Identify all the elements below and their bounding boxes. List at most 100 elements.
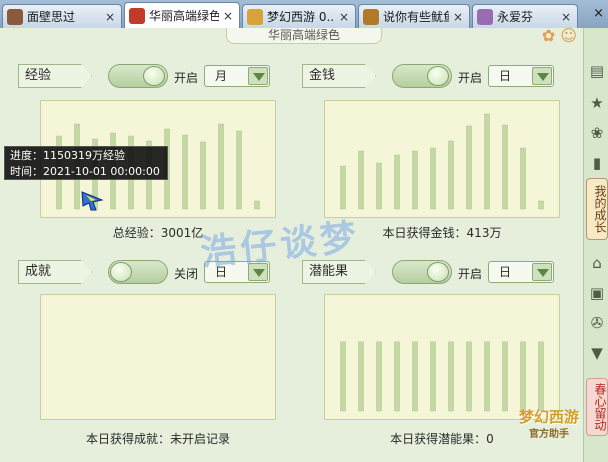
exp-period-select[interactable]: 月 bbox=[204, 65, 270, 87]
tab-label: 梦幻西游 0... bbox=[267, 10, 335, 24]
tab-bar: 面壁思过 × 华丽高端绿色 × 梦幻西游 0... × 说你有些鱿鱼 × 永爱芬 × × bbox=[0, 0, 608, 28]
exp-bar-7[interactable] bbox=[182, 134, 188, 210]
potential-period-select[interactable]: 日 bbox=[488, 261, 554, 283]
wrench-icon[interactable]: ✇ bbox=[588, 314, 606, 332]
exp-toggle-text: 开启 bbox=[174, 71, 199, 85]
tab-my-growth[interactable]: 我的成长 bbox=[586, 178, 608, 240]
potential-chart bbox=[324, 294, 560, 420]
potential-bar-6[interactable] bbox=[448, 341, 454, 412]
exp-toggle[interactable] bbox=[108, 64, 168, 88]
achieve-today: 本日获得成就：未开启记录 bbox=[85, 432, 230, 446]
toggle-knob bbox=[427, 262, 449, 282]
money-bar-4[interactable] bbox=[412, 150, 418, 210]
potential-bar-8[interactable] bbox=[484, 341, 490, 412]
toggle-knob bbox=[110, 262, 132, 282]
bar-chart-icon[interactable]: ▮ bbox=[588, 154, 606, 172]
potential-header: 潜能果 开启 日 bbox=[302, 258, 582, 286]
chevron-down-icon[interactable] bbox=[248, 67, 268, 85]
tooltip-progress: 进度：1150319万经验 bbox=[10, 149, 125, 162]
tab-label: 华丽高端绿色 bbox=[149, 9, 219, 23]
money-chart-svg bbox=[340, 113, 544, 210]
potential-chart-svg bbox=[340, 341, 544, 412]
money-bar-6[interactable] bbox=[448, 140, 454, 210]
money-bar-0[interactable] bbox=[340, 165, 346, 210]
character-avatar-icon bbox=[129, 7, 145, 24]
exp-header: 经验 开启 月 bbox=[18, 62, 298, 90]
potential-bar-11[interactable] bbox=[538, 341, 544, 412]
potential-bar-7[interactable] bbox=[466, 341, 472, 412]
potential-toggle[interactable] bbox=[392, 260, 452, 284]
money-bar-3[interactable] bbox=[394, 154, 400, 210]
screen-icon[interactable]: ▣ bbox=[588, 284, 606, 302]
achieve-label: 成就 bbox=[18, 260, 92, 284]
page-title: 华丽高端绿色 bbox=[226, 28, 382, 44]
money-bar-5[interactable] bbox=[430, 147, 436, 210]
tab-label: 说你有些鱿鱼 bbox=[383, 10, 449, 24]
tab-3[interactable]: 说你有些鱿鱼 × bbox=[358, 4, 470, 28]
exp-bar-11[interactable] bbox=[254, 200, 260, 210]
money-bar-8[interactable] bbox=[484, 113, 490, 210]
potential-bar-3[interactable] bbox=[394, 341, 400, 412]
exp-bar-10[interactable] bbox=[236, 130, 242, 210]
game-logo: 梦幻西游 官方助手 bbox=[514, 408, 584, 458]
money-bar-1[interactable] bbox=[358, 150, 364, 210]
potential-bar-10[interactable] bbox=[520, 341, 526, 412]
money-bar-2[interactable] bbox=[376, 162, 382, 210]
potential-bar-5[interactable] bbox=[430, 341, 436, 412]
achieve-section: 成就 关闭 日 本日获得成就：未开启记录 bbox=[18, 258, 298, 458]
tab-0[interactable]: 面壁思过 × bbox=[2, 4, 122, 28]
money-toggle-text: 开启 bbox=[458, 71, 483, 85]
potential-bar-9[interactable] bbox=[502, 341, 508, 412]
tab-label: 面壁思过 bbox=[27, 10, 76, 24]
home-icon[interactable]: ⌂ bbox=[588, 254, 606, 272]
exp-label: 经验 bbox=[18, 64, 92, 88]
potential-bar-1[interactable] bbox=[358, 341, 364, 412]
money-chart bbox=[324, 100, 560, 218]
exp-period-value: 月 bbox=[215, 69, 228, 83]
money-bar-7[interactable] bbox=[466, 125, 472, 210]
achieve-chart-svg bbox=[41, 295, 275, 419]
close-icon[interactable]: × bbox=[453, 10, 463, 24]
character-avatar-icon bbox=[7, 8, 23, 25]
character-avatar-icon bbox=[477, 8, 493, 25]
monitor-icon[interactable]: ▤ bbox=[588, 62, 606, 80]
star-icon[interactable]: ★ bbox=[588, 94, 606, 112]
corner-decoration-icon: ✿ ☺ bbox=[541, 26, 577, 45]
money-bar-11[interactable] bbox=[538, 200, 544, 210]
paw-icon[interactable]: ❀ bbox=[588, 124, 606, 142]
toggle-knob bbox=[427, 66, 449, 86]
money-period-select[interactable]: 日 bbox=[488, 65, 554, 87]
chevron-down-icon[interactable] bbox=[532, 263, 552, 281]
money-header: 金钱 开启 日 bbox=[302, 62, 582, 90]
achieve-toggle[interactable] bbox=[108, 260, 168, 284]
potential-period-value: 日 bbox=[499, 265, 512, 279]
tab-1[interactable]: 华丽高端绿色 × bbox=[124, 2, 240, 28]
potential-bar-4[interactable] bbox=[412, 341, 418, 412]
tab-spring[interactable]: 春心留动 bbox=[586, 378, 608, 436]
toggle-knob bbox=[143, 66, 165, 86]
money-toggle[interactable] bbox=[392, 64, 452, 88]
shirt-icon[interactable]: ▼ bbox=[588, 344, 606, 362]
exp-bar-9[interactable] bbox=[218, 123, 224, 210]
growth-panel: 华丽高端绿色 ✿ ☺ 经验 开启 月 总经验：3001亿 金钱 开启 日 本日获… bbox=[0, 26, 584, 462]
exp-bar-8[interactable] bbox=[200, 141, 206, 210]
potential-bar-0[interactable] bbox=[340, 341, 346, 412]
close-icon[interactable]: × bbox=[105, 10, 115, 24]
close-icon[interactable]: × bbox=[339, 10, 349, 24]
money-period-value: 日 bbox=[499, 69, 512, 83]
progress-tooltip: 进度：1150319万经验 时间：2021-10-01 00:00:00 bbox=[4, 146, 168, 180]
tab-2[interactable]: 梦幻西游 0... × bbox=[242, 4, 356, 28]
close-icon[interactable]: × bbox=[561, 10, 571, 24]
window-close-icon[interactable]: × bbox=[593, 6, 604, 21]
character-avatar-icon bbox=[363, 8, 379, 25]
potential-bar-2[interactable] bbox=[376, 341, 382, 412]
tab-4[interactable]: 永爱芬 × bbox=[472, 4, 578, 28]
close-icon[interactable]: × bbox=[223, 9, 233, 23]
potential-toggle-text: 开启 bbox=[458, 267, 483, 281]
money-bar-10[interactable] bbox=[520, 147, 526, 210]
chevron-down-icon[interactable] bbox=[532, 67, 552, 85]
tooltip-time: 时间：2021-10-01 00:00:00 bbox=[10, 165, 160, 178]
character-avatar-icon bbox=[247, 8, 263, 25]
money-bar-9[interactable] bbox=[502, 124, 508, 210]
cursor-icon bbox=[81, 191, 104, 211]
